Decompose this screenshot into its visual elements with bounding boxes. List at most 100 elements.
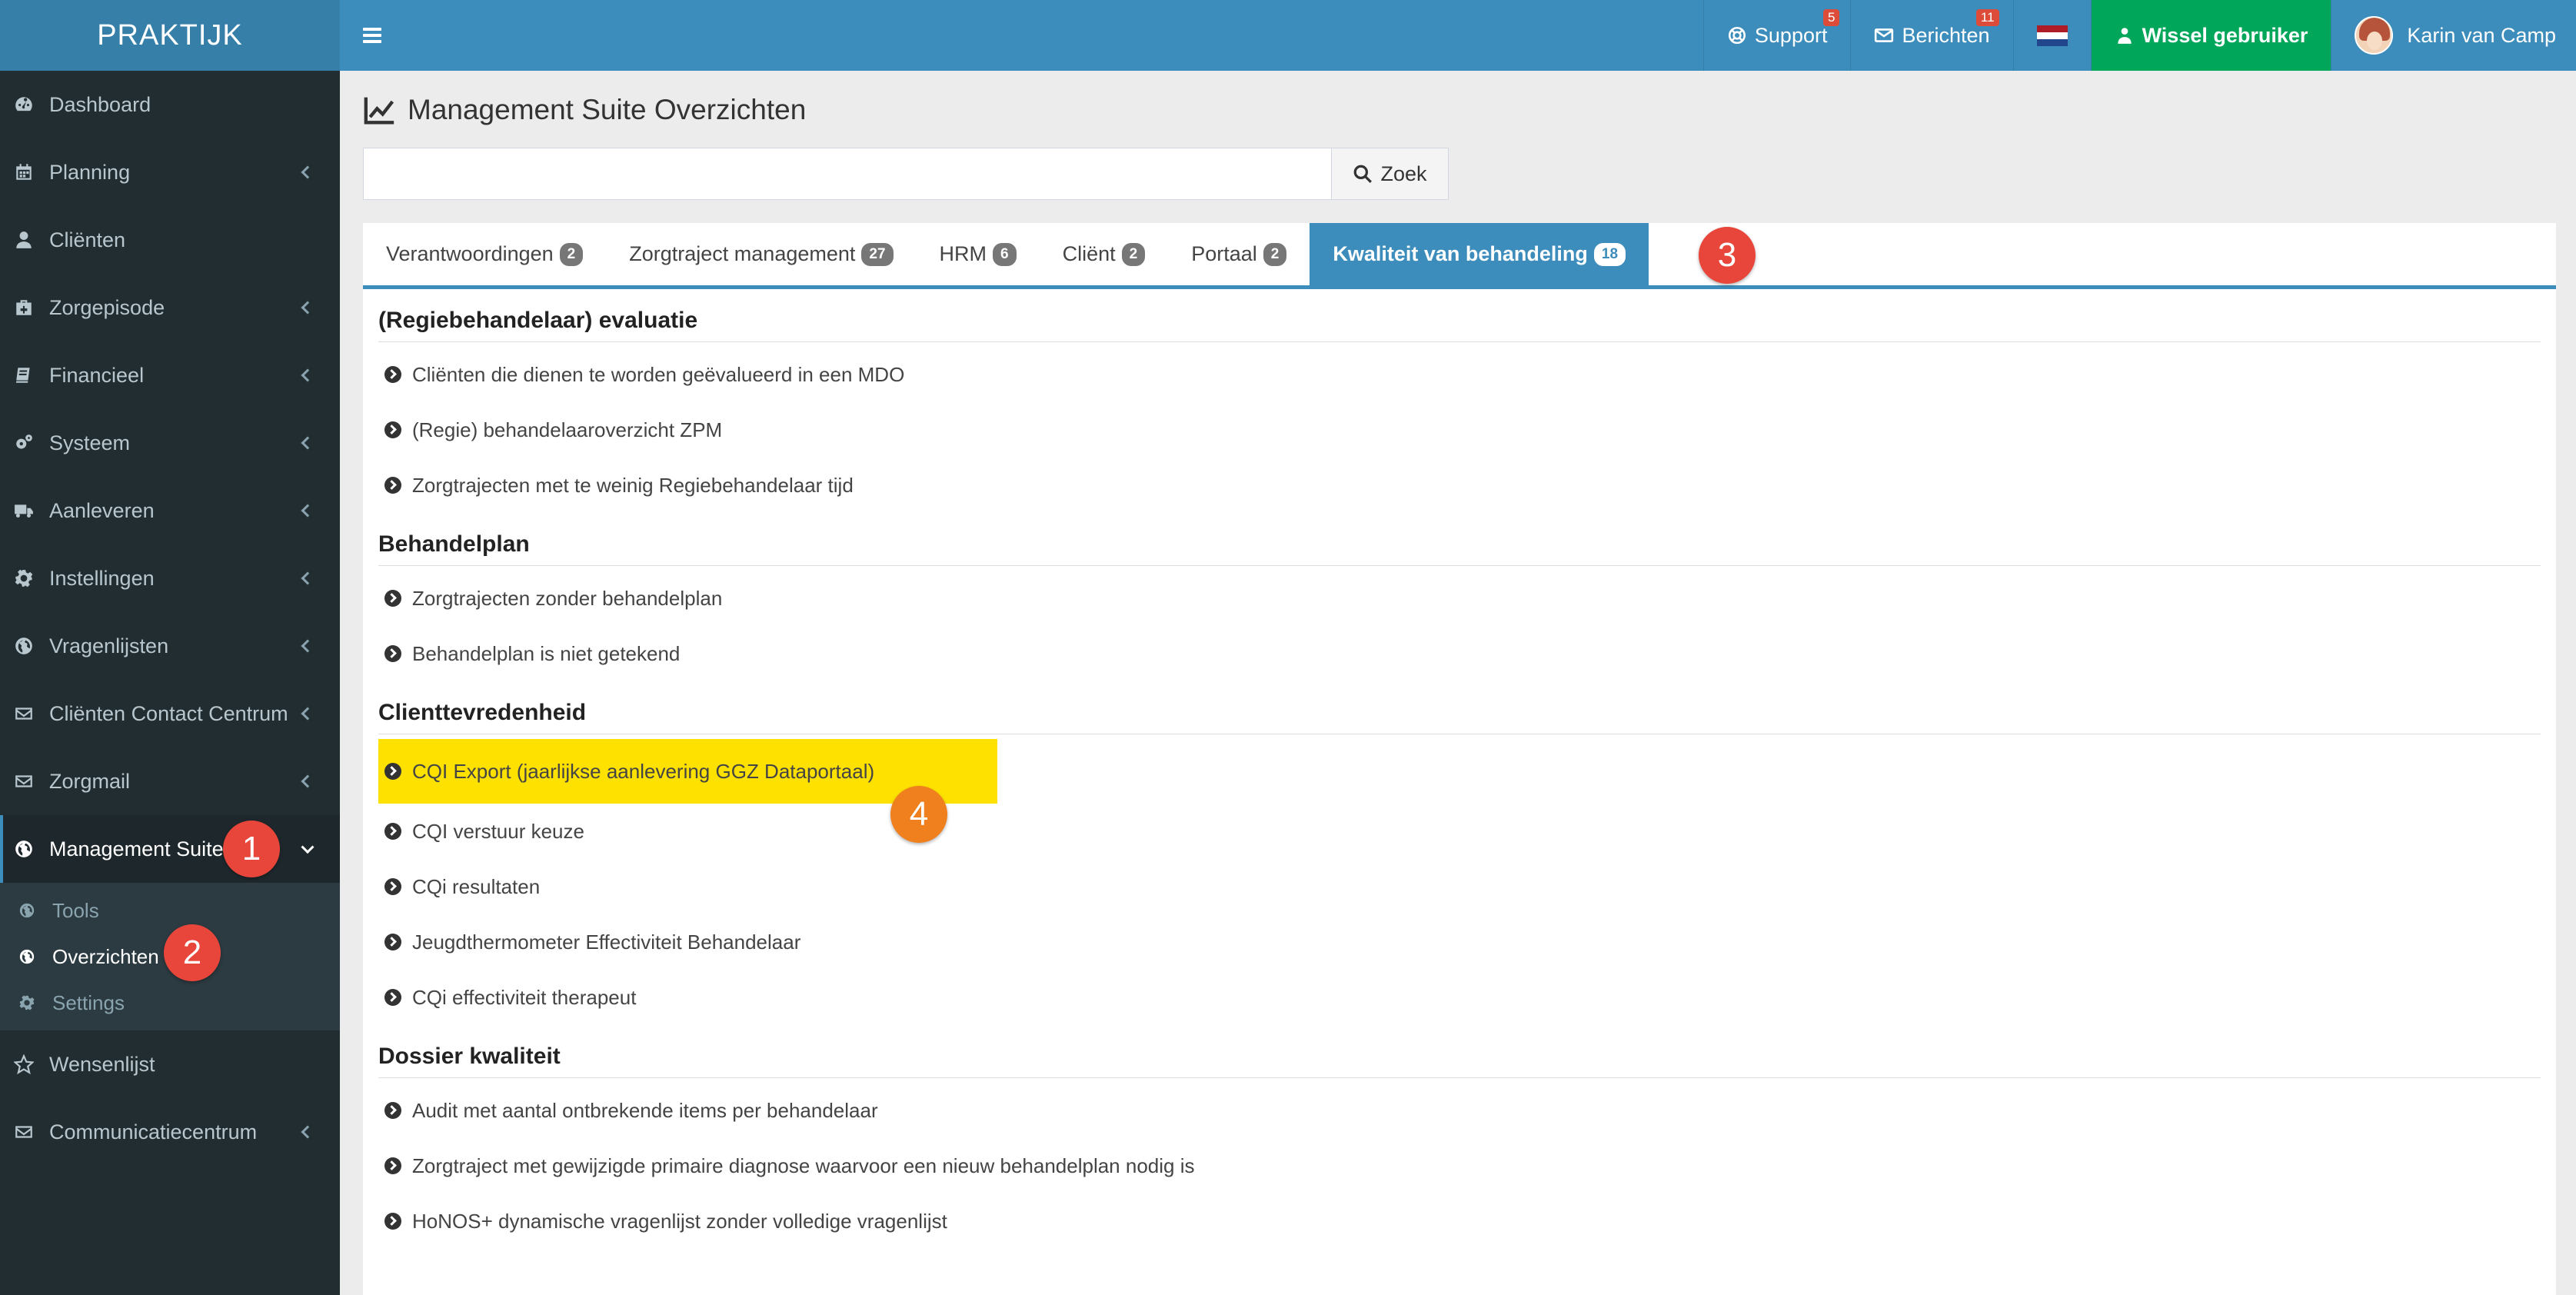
- chevron-circle-right-icon: [384, 823, 401, 840]
- envelope-icon: [14, 704, 34, 724]
- chevron-circle-right-icon: [384, 763, 401, 780]
- step-marker-3: 3: [1699, 227, 1756, 284]
- search-bar: Zoek: [363, 148, 1449, 200]
- support-link[interactable]: Support 5: [1702, 0, 1851, 71]
- sidebar-item-zorgepisode[interactable]: Zorgepisode: [0, 274, 340, 341]
- submenu-item-tools[interactable]: Tools: [0, 887, 340, 934]
- sidebar-item-label: Wensenlijst: [49, 1052, 155, 1076]
- language-selector[interactable]: [2012, 0, 2091, 71]
- topbar-nav: Support 5 Berichten 11 Wissel gebruiker …: [1702, 0, 2576, 71]
- tab-hrm[interactable]: HRM 6: [917, 223, 1040, 285]
- section-dossier-kwaliteit: Dossier kwaliteit Audit met aantal ontbr…: [363, 1044, 2556, 1249]
- report-link[interactable]: (Regie) behandelaaroverzicht ZPM: [378, 402, 2541, 458]
- report-link[interactable]: Zorgtrajecten zonder behandelplan: [378, 571, 2541, 626]
- sidebar-item-wensenlijst[interactable]: Wensenlijst: [0, 1030, 340, 1098]
- tab-client[interactable]: Cliënt 2: [1040, 223, 1169, 285]
- search-button-label: Zoek: [1380, 161, 1427, 185]
- sidebar-item-aanleveren[interactable]: Aanleveren: [0, 477, 340, 544]
- tab-label: Kwaliteit van behandeling: [1333, 242, 1588, 265]
- sidebar-item-management-suite[interactable]: Management Suite: [0, 815, 340, 883]
- chevron-left-icon: [301, 639, 315, 653]
- report-label: Behandelplan is niet getekend: [412, 641, 681, 665]
- tab-portaal[interactable]: Portaal 2: [1168, 223, 1310, 285]
- tab-verantwoordingen[interactable]: Verantwoordingen 2: [363, 223, 606, 285]
- sidebar-item-communicatiecentrum[interactable]: Communicatiecentrum: [0, 1098, 340, 1166]
- medkit-icon: [14, 298, 34, 318]
- globe-icon: [18, 948, 35, 965]
- chevron-left-icon: [301, 368, 315, 382]
- page-title: Management Suite Overzichten: [363, 94, 806, 126]
- sidebar-item-zorgmail[interactable]: Zorgmail: [0, 747, 340, 815]
- report-link[interactable]: HoNOS+ dynamische vragenlijst zonder vol…: [378, 1193, 2541, 1249]
- life-ring-icon: [1728, 26, 1746, 45]
- sidebar-item-label: Communicatiecentrum: [49, 1120, 258, 1144]
- submenu-item-settings[interactable]: Settings: [0, 980, 340, 1026]
- chevron-circle-right-icon: [384, 1102, 401, 1119]
- berichten-count-badge: 11: [1975, 9, 1999, 26]
- report-label: (Regie) behandelaaroverzicht ZPM: [412, 418, 723, 441]
- chevron-circle-right-icon: [384, 1157, 401, 1174]
- chevron-down-icon: [301, 841, 315, 854]
- chevron-left-icon: [301, 504, 315, 518]
- sidebar-item-planning[interactable]: Planning: [0, 138, 340, 206]
- sidebar-item-vragenlijsten[interactable]: Vragenlijsten: [0, 612, 340, 680]
- gear-icon: [14, 568, 34, 588]
- step-marker-1: 1: [223, 821, 280, 877]
- sidebar-item-clienten-contact-centrum[interactable]: Cliënten Contact Centrum: [0, 680, 340, 747]
- tab-label: Cliënt: [1062, 242, 1116, 265]
- user-menu[interactable]: Karin van Camp: [2331, 0, 2576, 71]
- sidebar-item-label: Management Suite: [49, 837, 224, 861]
- support-count-badge: 5: [1823, 9, 1840, 26]
- user-secret-icon: [2117, 28, 2132, 44]
- sidebar-item-dashboard[interactable]: Dashboard: [0, 71, 340, 138]
- report-link[interactable]: CQi resultaten: [378, 859, 2541, 914]
- sidebar-item-label: Instellingen: [49, 566, 155, 590]
- envelope-icon: [14, 1122, 34, 1142]
- search-input[interactable]: [363, 148, 1332, 200]
- submenu-item-label: Settings: [52, 990, 125, 1014]
- report-link[interactable]: CQI verstuur keuze: [378, 804, 2541, 859]
- report-label: Zorgtrajecten zonder behandelplan: [412, 586, 723, 610]
- report-link[interactable]: Zorgtraject met gewijzigde primaire diag…: [378, 1138, 2541, 1193]
- report-link[interactable]: Audit met aantal ontbrekende items per b…: [378, 1083, 2541, 1138]
- calendar-icon: [14, 162, 34, 182]
- report-link[interactable]: Jeugdthermometer Effectiviteit Behandela…: [378, 914, 2541, 970]
- report-link[interactable]: Zorgtrajecten met te weinig Regiebehande…: [378, 458, 2541, 513]
- tab-count-badge: 2: [559, 242, 584, 266]
- sidebar-item-label: Cliënten Contact Centrum: [49, 701, 288, 725]
- berichten-link[interactable]: Berichten 11: [1850, 0, 2012, 71]
- tab-bar: Verantwoordingen 2 Zorgtraject managemen…: [363, 223, 2556, 289]
- truck-icon: [14, 501, 34, 521]
- chevron-circle-right-icon: [384, 421, 401, 438]
- report-label: CQI Export (jaarlijkse aanlevering GGZ D…: [412, 759, 875, 783]
- report-label: Zorgtraject met gewijzigde primaire diag…: [412, 1154, 1195, 1177]
- tab-count-badge: 18: [1593, 242, 1626, 266]
- section-behandelplan: Behandelplan Zorgtrajecten zonder behand…: [363, 531, 2556, 681]
- overview-panel: Verantwoordingen 2 Zorgtraject managemen…: [363, 223, 2556, 1295]
- sidebar-item-instellingen[interactable]: Instellingen: [0, 544, 340, 612]
- wissel-gebruiker-button[interactable]: Wissel gebruiker: [2090, 0, 2331, 71]
- tab-zorgtraject-management[interactable]: Zorgtraject management 27: [606, 223, 916, 285]
- tab-count-badge: 27: [861, 242, 894, 266]
- sidebar-item-clienten[interactable]: Cliënten: [0, 206, 340, 274]
- main-content: Management Suite Overzichten Zoek Verant…: [340, 71, 2576, 1295]
- globe-icon: [18, 902, 35, 919]
- hamburger-menu-icon[interactable]: [363, 28, 381, 43]
- step-marker-2: 2: [164, 924, 221, 981]
- report-label: HoNOS+ dynamische vragenlijst zonder vol…: [412, 1209, 947, 1233]
- report-link[interactable]: Behandelplan is niet getekend: [378, 626, 2541, 681]
- sidebar-item-systeem[interactable]: Systeem: [0, 409, 340, 477]
- chevron-circle-right-icon: [384, 477, 401, 494]
- report-link[interactable]: CQi effectiviteit therapeut: [378, 970, 2541, 1025]
- app-logo[interactable]: PRAKTIJK: [0, 0, 340, 71]
- user-icon: [14, 230, 34, 250]
- star-icon: [14, 1054, 34, 1074]
- tab-kwaliteit-van-behandeling[interactable]: Kwaliteit van behandeling 18: [1310, 223, 1649, 285]
- report-label: Cliënten die dienen te worden geëvalueer…: [412, 362, 905, 386]
- tab-label: Verantwoordingen: [386, 242, 554, 265]
- tab-count-badge: 2: [1121, 242, 1146, 266]
- sidebar-item-financieel[interactable]: Financieel: [0, 341, 340, 409]
- tab-label: Zorgtraject management: [629, 242, 856, 265]
- report-link[interactable]: Cliënten die dienen te worden geëvalueer…: [378, 347, 2541, 402]
- search-button[interactable]: Zoek: [1332, 148, 1449, 200]
